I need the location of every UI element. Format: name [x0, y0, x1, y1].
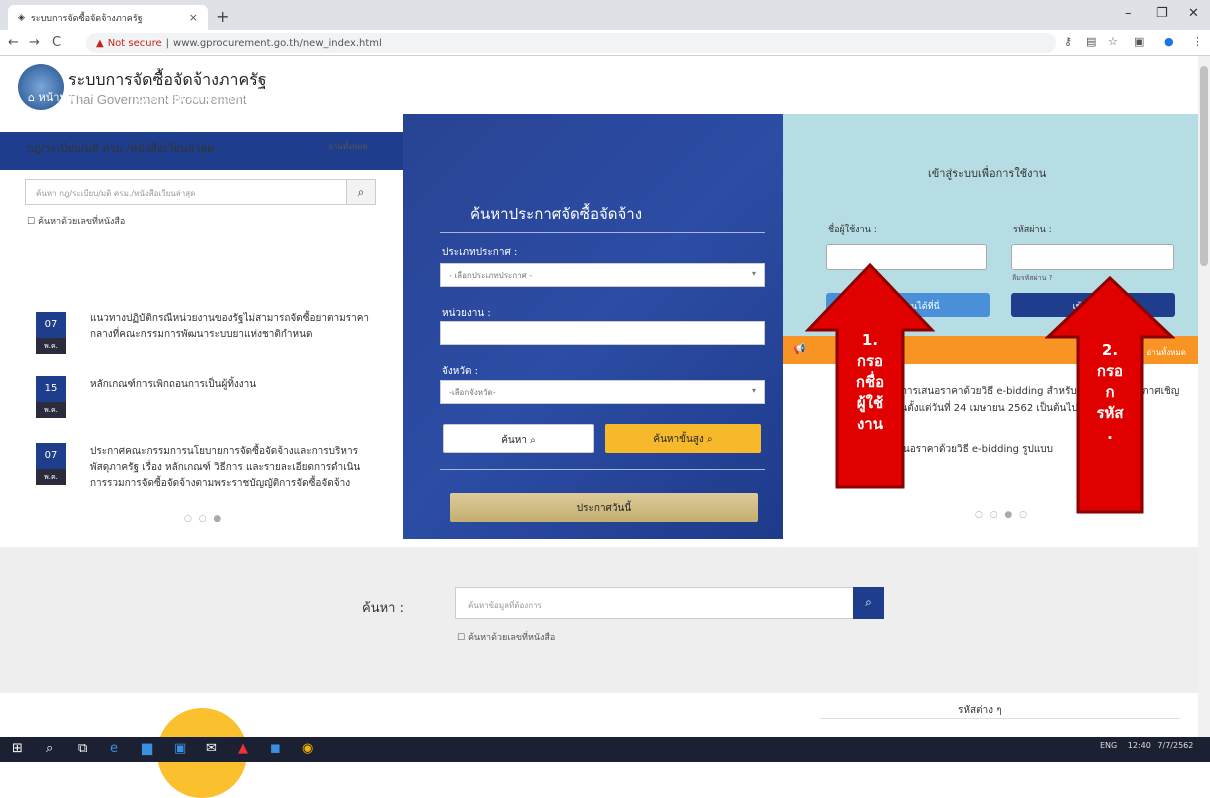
news-item[interactable]: ประกาศคณะกรรมการนโยบายการจัดซื้อจัดจ้างแ… — [90, 444, 375, 492]
app-icon[interactable]: ◼ — [270, 741, 281, 756]
today-announcements-button[interactable]: ประกาศวันนี้ — [450, 493, 758, 522]
search-icon[interactable]: ⌕ — [346, 179, 376, 205]
nav-home[interactable]: ⌂ หน้าหลัก — [28, 88, 80, 106]
divider — [440, 469, 765, 470]
news-date: 15 พ.ค. — [36, 376, 66, 418]
announce-type-label: ประเภทประกาศ : — [442, 247, 518, 258]
dropdown-icon: ▾ — [751, 386, 756, 395]
search-icon: ⌕ — [706, 434, 713, 445]
news-date: 07 พ.ค. — [36, 312, 66, 354]
bottom-search-input[interactable]: ค้นหาข้อมูลที่ต้องการ — [455, 587, 854, 619]
task-view-icon[interactable]: ⧉ — [78, 741, 87, 756]
search-icon: ⌕ — [530, 435, 536, 446]
regulations-search-input[interactable]: ค้นหา กฎ/ระเบียบ/มติ ครม./หนังสือเวียนล่… — [25, 179, 347, 205]
home-icon: ⌂ — [28, 91, 39, 104]
url-field[interactable]: ▲ Not secure | www.gprocurement.go.th/ne… — [86, 33, 1056, 53]
bottom-search-section — [0, 547, 1198, 693]
nav-training[interactable]: หลักสูตรฝึกอบรม — [553, 88, 633, 106]
advanced-search-button[interactable]: ค้นหาขั้นสูง ⌕ — [605, 424, 761, 453]
not-secure-label: Not secure — [107, 37, 162, 49]
news-date: 07 พ.ค. — [36, 443, 66, 485]
taskbar-time: 12:40 — [1127, 741, 1151, 750]
edge-icon[interactable]: e — [110, 741, 118, 756]
scrollbar-thumb[interactable] — [1200, 66, 1208, 266]
password-label: รหัสผ่าน : — [1013, 225, 1052, 235]
new-tab-button[interactable]: + — [216, 7, 229, 26]
forward-icon[interactable]: → — [29, 35, 40, 50]
agency-input[interactable] — [440, 321, 765, 345]
bottom-number-checkbox[interactable]: ☐ ค้นหาด้วยเลขที่หนังสือ — [457, 630, 555, 644]
windows-start-icon[interactable]: ⊞ — [12, 741, 23, 756]
search-icon[interactable]: ⌕ — [46, 741, 53, 756]
pdf-icon[interactable]: ▲ — [238, 741, 248, 756]
site-favicon-icon: ◈ — [18, 12, 25, 23]
star-icon[interactable]: ☆ — [1108, 35, 1118, 48]
nav-executives[interactable]: ข้อมูลผู้บริหารและคณะกรรมการ — [347, 88, 501, 106]
extension-icon[interactable]: ▣ — [1134, 35, 1144, 48]
divider — [440, 232, 765, 233]
announce-type-select[interactable]: - เลือกประเภทประกาศ - ▾ — [440, 263, 765, 287]
minimize-icon[interactable]: – — [1125, 6, 1132, 21]
back-icon[interactable]: ← — [8, 35, 19, 50]
login-title: เข้าสู่ระบบเพื่อการใช้งาน — [928, 167, 1047, 180]
password-input[interactable] — [1011, 244, 1174, 270]
arrow-text-password: 2. กรอกรหัส. — [1096, 341, 1124, 443]
search-panel-title: ค้นหาประกาศจัดซื้อจัดจ้าง — [470, 205, 643, 223]
regulations-heading: กฎ/ระเบียบ/มติ ครม./หนังสือเวียนล่าสุด — [27, 142, 215, 155]
chrome-icon[interactable]: ◉ — [302, 741, 313, 756]
store-icon[interactable]: ▣ — [174, 741, 186, 756]
maximize-icon[interactable]: ❐ — [1156, 6, 1168, 21]
key-icon[interactable]: ⚷ — [1064, 35, 1072, 48]
nav-regulations[interactable]: กฎ/ระเบียบ/มติ ครม./หนังสือเวียน — [130, 88, 290, 106]
close-window-icon[interactable]: ✕ — [1188, 6, 1199, 21]
taskbar-date: 7/7/2562 — [1157, 741, 1194, 750]
taskbar-language: ENG — [1100, 741, 1118, 750]
agency-label: หน่วยงาน : — [442, 308, 491, 319]
tab-close-icon[interactable]: × — [189, 11, 198, 24]
profile-icon[interactable]: ● — [1164, 35, 1174, 48]
news-item[interactable]: หลักเกณฑ์การเพิกถอนการเป็นผู้ทิ้งงาน — [90, 377, 375, 393]
arrow-text-username: 1. กรอ กชื่อ ผู้ใช้ งาน — [855, 331, 885, 433]
separator: | — [165, 37, 170, 49]
divider — [820, 718, 1180, 719]
reload-icon[interactable]: C — [52, 35, 61, 50]
bottom-search-label: ค้นหา : — [362, 601, 404, 616]
search-button[interactable]: ค้นหา ⌕ — [443, 424, 594, 453]
dropdown-icon: ▾ — [751, 269, 756, 278]
carousel-dots[interactable]: ○ ○ ● — [184, 514, 223, 524]
menu-icon[interactable]: ⋮ — [1192, 35, 1203, 48]
regulations-number-checkbox[interactable]: ☐ ค้นหาด้วยเลขที่หนังสือ — [27, 214, 125, 228]
province-label: จังหวัด : — [442, 366, 478, 377]
file-explorer-icon[interactable]: ▆ — [142, 741, 152, 756]
browser-tab[interactable]: ◈ ระบบการจัดซื้อจัดจ้างภาครัฐ × — [8, 5, 208, 30]
system-tray[interactable]: ENG 12:40 7/7/2562 — [1100, 741, 1193, 750]
search-icon[interactable]: ⌕ — [853, 587, 884, 619]
news-item[interactable]: แนวทางปฏิบัติกรณีหน่วยงานของรัฐไม่สามารถ… — [90, 311, 375, 343]
carousel-dots[interactable]: ○ ○ ● ○ — [975, 510, 1029, 520]
username-label: ชื่อผู้ใช้งาน : — [828, 225, 877, 235]
province-select[interactable]: -เลือกจังหวัด- ▾ — [440, 380, 765, 404]
translate-icon[interactable]: ▤ — [1086, 35, 1096, 48]
warning-icon: ▲ — [96, 37, 104, 49]
tab-title: ระบบการจัดซื้อจัดจ้างภาครัฐ — [30, 13, 143, 24]
url-text: www.gprocurement.go.th/new_index.html — [173, 37, 382, 49]
megaphone-icon: 📢 — [793, 344, 806, 355]
nav-cost-thailand[interactable]: CoST Thailand — [683, 88, 762, 101]
codes-heading: รหัสต่าง ๆ — [958, 705, 1002, 716]
mail-icon[interactable]: ✉ — [206, 741, 217, 756]
regulations-view-all[interactable]: อ่านทั้งหมด — [328, 140, 368, 153]
